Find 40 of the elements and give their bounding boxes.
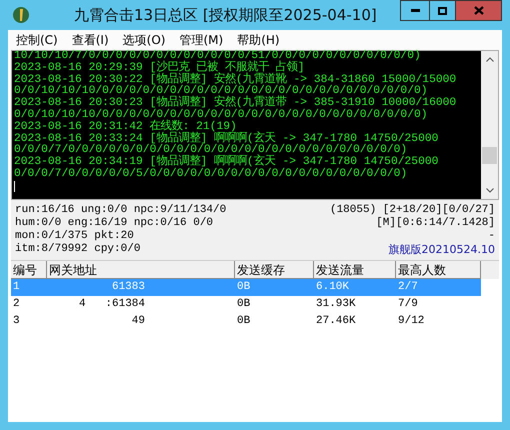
- status-text: mon:0/1/375 pkt:20: [15, 230, 135, 243]
- status-text: [M][0:6:14/7.1428]: [376, 217, 495, 230]
- status-text: -: [488, 230, 495, 243]
- close-icon: [474, 6, 484, 15]
- menu-item[interactable]: 帮助(H): [237, 31, 280, 49]
- table-cell-text: 9/12: [397, 314, 426, 329]
- table-cell-text: 27.46K: [315, 314, 357, 329]
- table-cell-text: 2: [12, 297, 21, 312]
- status-text: run:16/16 ung:0/0 npc:9/11/134/0: [15, 204, 226, 217]
- app-icon: [12, 6, 30, 24]
- scrollbar[interactable]: [481, 51, 498, 199]
- table-cell-text: 0B: [236, 297, 252, 312]
- table-cell-text: 0B: [236, 280, 252, 295]
- table-cell-text: 2/7: [397, 280, 419, 295]
- menu-item[interactable]: 控制(C): [16, 31, 58, 49]
- close-button[interactable]: [456, 0, 502, 21]
- status-text: hum:0/0 eng:16/19 npc:0/16 0/0: [15, 217, 214, 230]
- scroll-thumb[interactable]: [482, 147, 497, 164]
- table-cell-text: 1: [12, 280, 21, 295]
- table-cell-text: 31.93K: [315, 297, 357, 312]
- scroll-up-icon[interactable]: [486, 57, 494, 62]
- table-cell-text: 61383: [110, 280, 146, 295]
- menu-item[interactable]: 选项(O): [122, 31, 166, 49]
- menu-item[interactable]: 查看(I): [72, 31, 109, 49]
- table-row[interactable]: 3 49 0B 27.46K 9/12: [11, 313, 481, 330]
- status-text: (18055) [2+18/20][0/0/27]: [330, 204, 495, 217]
- status-text: itm:8/79992 cpy:0/0: [15, 243, 142, 256]
- scroll-down-icon[interactable]: [486, 188, 494, 193]
- window-title: 九霄合击13日总区 [授权期限至2025-04-10]: [74, 4, 377, 26]
- table-cell-text: 49: [130, 314, 146, 329]
- table-row[interactable]: 2 4 :61384 0B 31.93K 7/9: [11, 296, 481, 313]
- table-cell-text: 0B: [236, 314, 252, 329]
- table-cell-text: 7/9: [397, 297, 419, 312]
- minimize-button[interactable]: [400, 0, 429, 21]
- menu-item[interactable]: 管理(M): [179, 31, 224, 49]
- table-cell-text: 3: [12, 314, 21, 329]
- version-label: 旗舰版20210524.10: [388, 243, 495, 256]
- table-cell-text: 6.10K: [315, 280, 350, 295]
- console-log: 10/10/10/7/0/0/0/0/0/0/0/0/0/0/0/0/51/0/0/0/0/0/0/0/0/0/0/0) 2023-08-16 20:29:39 [沙巴克 已被 不服就干 占领] 2023-08-16 20:30:22 [物品调整] 安然(九霄道靴 -> 384-31860 15000/15000 0/0/10/10/10/0/0/0/0/0/0/0/0/0/0/0/0/0/0/0/0/0/0/0/0/0/0/0/0) 2023-08-16 20:30:23 [物品调整] 安然(九霄道带 -> 385-31910 10000/16000 0/0/10/10/10/0/0/0/0/0/0/0/0/0/0/0/0/0/0/0/0/0/0/0/0/0/0/0/0) 2023-08-16 20:31:42 在线数: 21(19) 2023-08-16 20:33:24 [物品调整] 啊啊啊(玄天 -> 347-1780 14750/25000 0/0/0/7/0/0/0/0/0/0/0/0/0/0/0/0/0/0/0/0/0/0/0/0/0/0/0/0/0) 2023-08-16 20:34:19 [物品调整] 啊啊啊(玄天 -> 347-1780 14750/25000 0/0/0/7/0/0/0/0/0/5/0/0/0/0/0/0/0/0/0/0/0/0/0/0/0/0/0/0/0): [12, 51, 481, 199]
- table-cell-text: 4 :61384: [78, 297, 146, 312]
